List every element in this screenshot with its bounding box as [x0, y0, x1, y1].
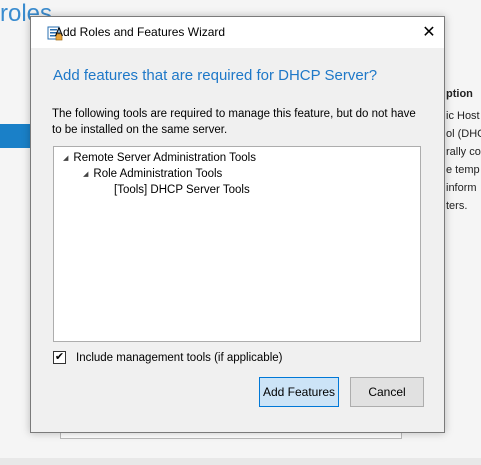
background-description-line: rally co: [446, 146, 481, 158]
close-button[interactable]: ✕: [414, 17, 444, 47]
background-description-line: inform: [446, 182, 477, 194]
tree-item[interactable]: ◢ Role Administration Tools: [83, 168, 222, 180]
expand-triangle-icon[interactable]: ◢: [63, 154, 68, 162]
add-features-button-label: Add Features: [262, 385, 336, 399]
required-features-tree[interactable]: ◢ Remote Server Administration Tools ◢ R…: [53, 146, 421, 342]
add-features-dialog: Add Roles and Features Wizard ✕ Add feat…: [30, 16, 445, 433]
dialog-description: The following tools are required to mana…: [52, 108, 416, 136]
add-features-button[interactable]: Add Features: [259, 377, 339, 407]
dialog-title: Add Roles and Features Wizard: [55, 25, 226, 39]
tree-item-label: Remote Server Administration Tools: [73, 152, 256, 164]
include-management-tools-option[interactable]: ✔ Include management tools (if applicabl…: [53, 351, 282, 364]
expand-triangle-icon[interactable]: ◢: [83, 170, 88, 178]
background-description-line: ic Host: [446, 110, 480, 122]
background-description-heading: ption: [446, 88, 473, 100]
background-footer-strip: [0, 458, 481, 465]
include-management-tools-checkbox[interactable]: ✔: [53, 351, 66, 364]
include-management-tools-label: Include management tools (if applicable): [76, 351, 283, 364]
dialog-titlebar[interactable]: Add Roles and Features Wizard ✕: [31, 17, 444, 48]
checkmark-icon: ✔: [54, 351, 65, 363]
background-description-line: ol (DHC: [446, 128, 481, 140]
tree-item-label: Role Administration Tools: [93, 168, 223, 180]
background-description-panel: ption ic Host ol (DHC rally co e temp in…: [446, 85, 481, 215]
dialog-heading: Add features that are required for DHCP …: [53, 67, 378, 84]
tree-item[interactable]: [Tools] DHCP Server Tools: [114, 184, 250, 196]
close-icon: ✕: [422, 24, 436, 41]
tree-item[interactable]: ◢ Remote Server Administration Tools: [63, 152, 256, 164]
background-description-line: e temp: [446, 164, 480, 176]
cancel-button-label: Cancel: [368, 385, 406, 399]
background-description-line: ters.: [446, 200, 468, 212]
background-selected-nav-item: [0, 124, 30, 148]
tree-item-label: [Tools] DHCP Server Tools: [114, 184, 250, 196]
cancel-button[interactable]: Cancel: [350, 377, 424, 407]
dialog-content: Add features that are required for DHCP …: [31, 48, 444, 432]
